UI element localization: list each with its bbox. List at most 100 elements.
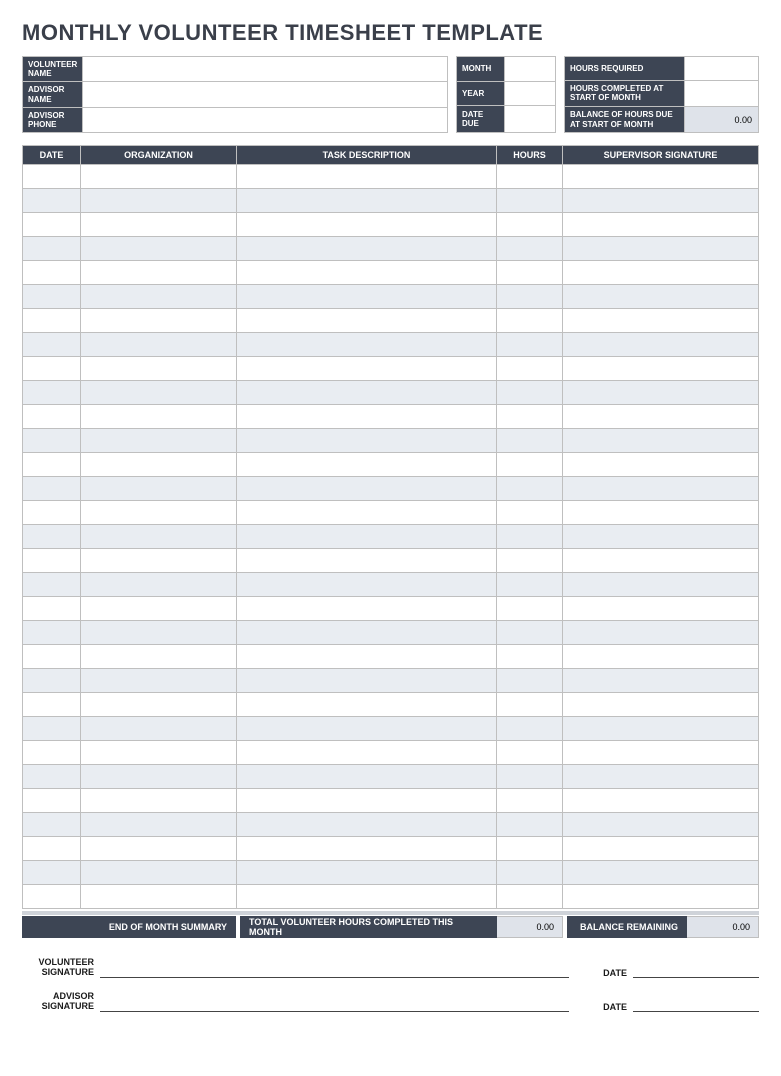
cell-input[interactable] (81, 885, 237, 909)
cell-input[interactable] (81, 837, 237, 861)
cell-input[interactable] (497, 549, 563, 573)
advisor-date-line[interactable] (633, 998, 759, 1012)
cell-input[interactable] (23, 309, 81, 333)
cell-input[interactable] (23, 237, 81, 261)
cell-input[interactable] (497, 309, 563, 333)
cell-input[interactable] (497, 333, 563, 357)
date-due-input[interactable] (505, 106, 556, 133)
cell-input[interactable] (237, 261, 497, 285)
cell-input[interactable] (497, 693, 563, 717)
cell-input[interactable] (563, 381, 759, 405)
cell-input[interactable] (23, 405, 81, 429)
cell-input[interactable] (23, 501, 81, 525)
year-input[interactable] (505, 81, 556, 106)
cell-input[interactable] (563, 261, 759, 285)
cell-input[interactable] (497, 717, 563, 741)
cell-input[interactable] (563, 357, 759, 381)
cell-input[interactable] (497, 213, 563, 237)
cell-input[interactable] (237, 453, 497, 477)
cell-input[interactable] (563, 405, 759, 429)
cell-input[interactable] (81, 237, 237, 261)
cell-input[interactable] (81, 549, 237, 573)
cell-input[interactable] (23, 789, 81, 813)
cell-input[interactable] (81, 477, 237, 501)
cell-input[interactable] (23, 861, 81, 885)
cell-input[interactable] (497, 357, 563, 381)
cell-input[interactable] (23, 813, 81, 837)
cell-input[interactable] (81, 693, 237, 717)
cell-input[interactable] (497, 597, 563, 621)
cell-input[interactable] (237, 357, 497, 381)
cell-input[interactable] (237, 693, 497, 717)
cell-input[interactable] (497, 261, 563, 285)
cell-input[interactable] (497, 741, 563, 765)
cell-input[interactable] (237, 549, 497, 573)
cell-input[interactable] (563, 285, 759, 309)
cell-input[interactable] (237, 813, 497, 837)
cell-input[interactable] (23, 765, 81, 789)
cell-input[interactable] (81, 501, 237, 525)
cell-input[interactable] (497, 621, 563, 645)
cell-input[interactable] (563, 621, 759, 645)
cell-input[interactable] (497, 645, 563, 669)
cell-input[interactable] (563, 789, 759, 813)
cell-input[interactable] (81, 453, 237, 477)
cell-input[interactable] (237, 885, 497, 909)
hours-completed-input[interactable] (685, 80, 759, 106)
cell-input[interactable] (497, 405, 563, 429)
cell-input[interactable] (497, 885, 563, 909)
cell-input[interactable] (23, 621, 81, 645)
cell-input[interactable] (497, 237, 563, 261)
cell-input[interactable] (81, 189, 237, 213)
cell-input[interactable] (81, 525, 237, 549)
cell-input[interactable] (237, 213, 497, 237)
month-input[interactable] (505, 57, 556, 82)
cell-input[interactable] (81, 213, 237, 237)
cell-input[interactable] (563, 333, 759, 357)
hours-required-input[interactable] (685, 57, 759, 81)
cell-input[interactable] (497, 813, 563, 837)
cell-input[interactable] (563, 861, 759, 885)
cell-input[interactable] (497, 525, 563, 549)
cell-input[interactable] (497, 501, 563, 525)
cell-input[interactable] (237, 717, 497, 741)
cell-input[interactable] (81, 573, 237, 597)
cell-input[interactable] (497, 477, 563, 501)
cell-input[interactable] (81, 597, 237, 621)
cell-input[interactable] (81, 381, 237, 405)
cell-input[interactable] (563, 717, 759, 741)
cell-input[interactable] (23, 525, 81, 549)
cell-input[interactable] (237, 861, 497, 885)
cell-input[interactable] (563, 237, 759, 261)
volunteer-name-input[interactable] (83, 57, 448, 82)
cell-input[interactable] (23, 261, 81, 285)
cell-input[interactable] (81, 261, 237, 285)
cell-input[interactable] (563, 741, 759, 765)
cell-input[interactable] (81, 789, 237, 813)
cell-input[interactable] (563, 813, 759, 837)
cell-input[interactable] (23, 381, 81, 405)
cell-input[interactable] (563, 669, 759, 693)
cell-input[interactable] (81, 357, 237, 381)
cell-input[interactable] (23, 573, 81, 597)
cell-input[interactable] (23, 213, 81, 237)
volunteer-date-line[interactable] (633, 964, 759, 978)
cell-input[interactable] (237, 381, 497, 405)
cell-input[interactable] (237, 789, 497, 813)
cell-input[interactable] (237, 573, 497, 597)
cell-input[interactable] (563, 453, 759, 477)
cell-input[interactable] (237, 765, 497, 789)
cell-input[interactable] (237, 669, 497, 693)
cell-input[interactable] (563, 693, 759, 717)
cell-input[interactable] (563, 549, 759, 573)
cell-input[interactable] (563, 429, 759, 453)
cell-input[interactable] (23, 741, 81, 765)
cell-input[interactable] (237, 477, 497, 501)
cell-input[interactable] (23, 429, 81, 453)
cell-input[interactable] (497, 789, 563, 813)
cell-input[interactable] (237, 621, 497, 645)
cell-input[interactable] (497, 765, 563, 789)
cell-input[interactable] (23, 597, 81, 621)
cell-input[interactable] (81, 405, 237, 429)
cell-input[interactable] (563, 525, 759, 549)
